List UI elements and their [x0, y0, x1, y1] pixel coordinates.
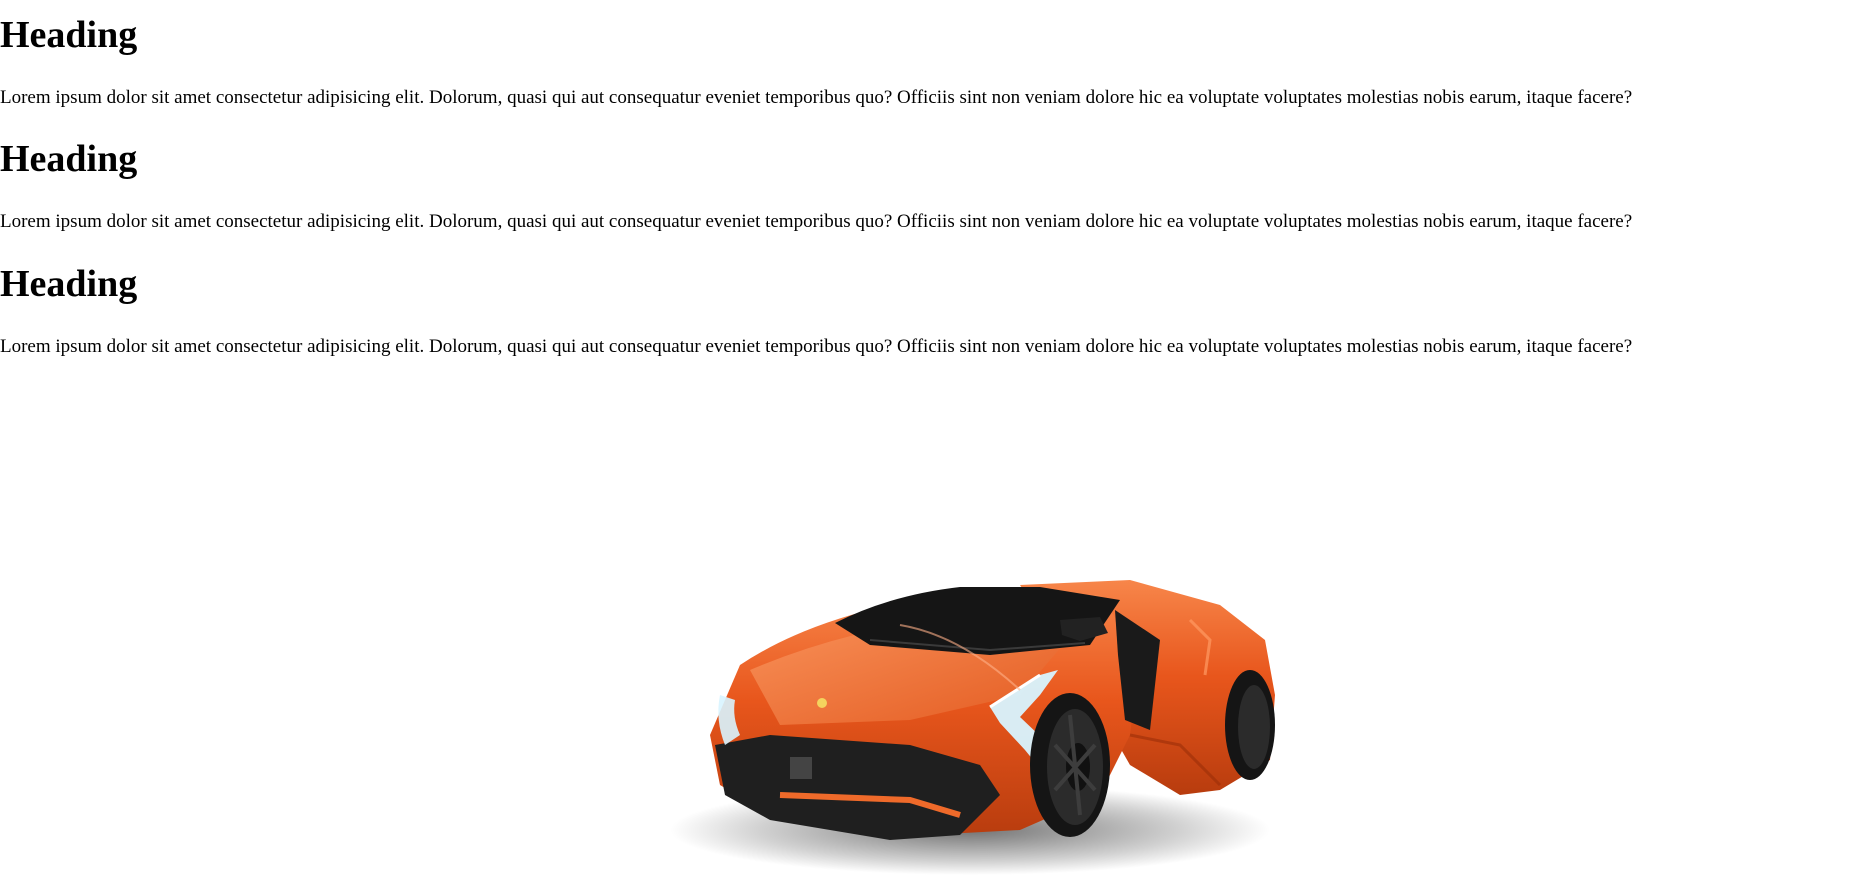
- section-heading: Heading: [0, 138, 138, 180]
- section-heading: Heading: [0, 263, 138, 305]
- section-paragraph: Lorem ipsum dolor sit amet consectetur a…: [0, 336, 1633, 357]
- section-paragraph: Lorem ipsum dolor sit amet consectetur a…: [0, 211, 1633, 232]
- car-rear-wheel: [1225, 670, 1275, 780]
- car-front-wheel: [1030, 693, 1110, 837]
- sports-car-image: [660, 545, 1310, 880]
- section-heading: Heading: [0, 14, 138, 56]
- car-badge: [817, 698, 827, 708]
- section-paragraph: Lorem ipsum dolor sit amet consectetur a…: [0, 87, 1633, 108]
